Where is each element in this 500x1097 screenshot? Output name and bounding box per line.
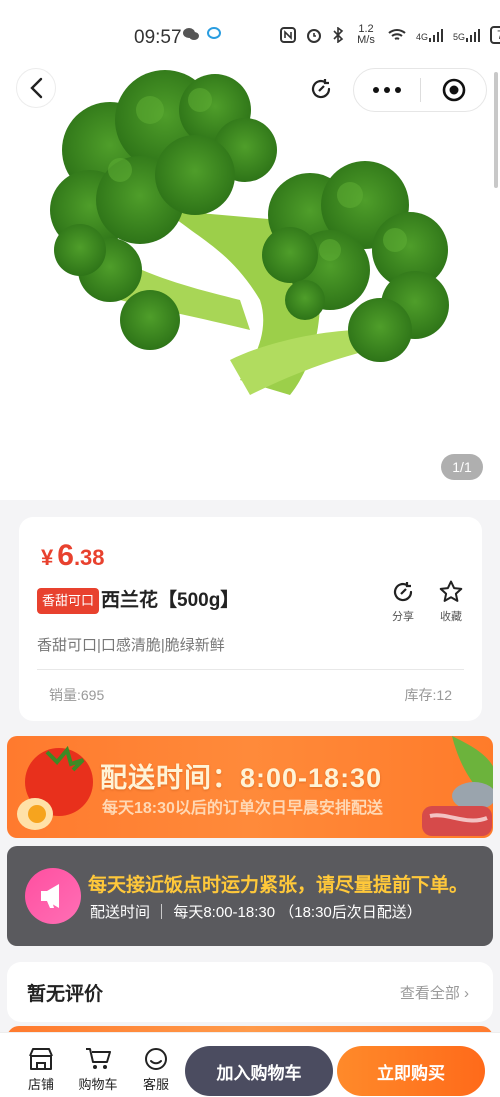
store-button[interactable]: 店铺 (19, 1047, 63, 1093)
dot-icon (395, 87, 401, 93)
net-speed: 1.2 M/s (357, 23, 375, 46)
product-name: 西兰花【500g】 (101, 590, 240, 611)
wechat-icon (183, 28, 199, 40)
image-counter: 1/1 (441, 454, 483, 480)
delivery-banner-subtitle: 每天18:30以后的订单次日早晨安排配送 (102, 800, 383, 817)
price-integer: 6 (57, 539, 74, 572)
bluetooth-icon (333, 27, 344, 43)
scrollbar[interactable] (494, 72, 498, 188)
cart-button[interactable]: 购物车 (76, 1047, 120, 1093)
notice-delivery-time: 配送时间 ｜ 每天8:00-18:30 （18:30后次日配送） (90, 904, 422, 921)
add-to-cart-button[interactable]: 加入购物车 (185, 1046, 333, 1096)
status-bar: 09:57 1.2 M/s 4G 5G 70 (0, 0, 500, 72)
cart-icon (86, 1048, 111, 1069)
megaphone-icon (25, 868, 81, 924)
chat-icon (145, 1048, 167, 1070)
product-price: ¥ 6 .38 (41, 539, 105, 573)
customer-service-label: 客服 (142, 1077, 169, 1092)
miniprogram-capsule (353, 68, 487, 112)
back-button[interactable] (16, 68, 56, 108)
close-miniprogram-button[interactable] (421, 77, 486, 103)
signal-bars-icon (466, 29, 481, 42)
product-description: 香甜可口|口感清脆|脆绿新鲜 (37, 637, 225, 654)
battery-indicator: 70 (490, 26, 500, 44)
bottom-action-bar: 店铺 购物车 客服 加入购物车 立即购买 (0, 1032, 500, 1097)
delivery-notice: 每天接近饭点时运力紧张，请尽量提前下单。 配送时间 ｜ 每天8:00-18:30… (7, 846, 493, 946)
stock-count: 库存:12 (404, 687, 452, 703)
favorite-label: 收藏 (440, 611, 462, 623)
store-label: 店铺 (27, 1077, 54, 1092)
product-info-card: ¥ 6 .38 香甜可口 西兰花【500g】 分享 收藏 香甜可口|口感清脆|脆… (19, 517, 482, 721)
signal-4g: 4G (416, 28, 444, 42)
reviews-title: 暂无评价 (27, 984, 104, 1005)
signal-bars-icon (429, 29, 444, 42)
dot-icon (384, 87, 390, 93)
customer-service-button[interactable]: 客服 (134, 1047, 178, 1093)
notification-icons (182, 27, 222, 41)
view-all-reviews-link[interactable]: 查看全部 › (400, 982, 469, 1003)
alarm-icon (307, 29, 321, 43)
store-icon (29, 1048, 53, 1070)
divider (37, 669, 464, 670)
cart-label: 购物车 (78, 1077, 118, 1092)
share-top-button[interactable] (302, 70, 340, 108)
sales-count: 销量:695 (49, 687, 105, 703)
buy-now-button[interactable]: 立即购买 (337, 1046, 485, 1096)
dot-icon (373, 87, 379, 93)
more-button[interactable] (354, 69, 420, 111)
price-currency: ¥ (41, 545, 54, 570)
chat-bubble-icon (207, 27, 221, 39)
notice-title: 每天接近饭点时运力紧张，请尽量提前下单。 (88, 875, 469, 896)
delivery-banner-title: 配送时间：8:00-18:30 (100, 763, 383, 793)
wifi-icon (388, 29, 406, 40)
share-button[interactable]: 分享 (383, 579, 423, 624)
status-right-icons: 1.2 M/s 4G 5G 70 (280, 24, 500, 46)
signal-5g: 5G (453, 28, 481, 42)
chevron-left-icon (30, 77, 43, 99)
product-detail-page: 1/1 09:57 1.2 M/s 4G 5G 70 (0, 0, 500, 1097)
vegetables-meat-image (422, 736, 493, 836)
share-label: 分享 (392, 611, 414, 623)
reviews-section: 暂无评价 查看全部 › (7, 962, 493, 1022)
nfc-icon (280, 27, 296, 43)
tomato-egg-image (17, 745, 93, 830)
share-icon (311, 79, 331, 99)
product-tag: 香甜可口 (37, 588, 100, 614)
share-icon (393, 582, 413, 602)
status-time: 09:57 (134, 27, 182, 48)
favorite-button[interactable]: 收藏 (431, 579, 471, 624)
price-decimal: .38 (73, 545, 105, 570)
star-icon (439, 580, 463, 602)
delivery-time-banner[interactable]: 配送时间：8:00-18:30 每天18:30以后的订单次日早晨安排配送 (7, 736, 493, 838)
target-circle-icon (442, 78, 465, 102)
